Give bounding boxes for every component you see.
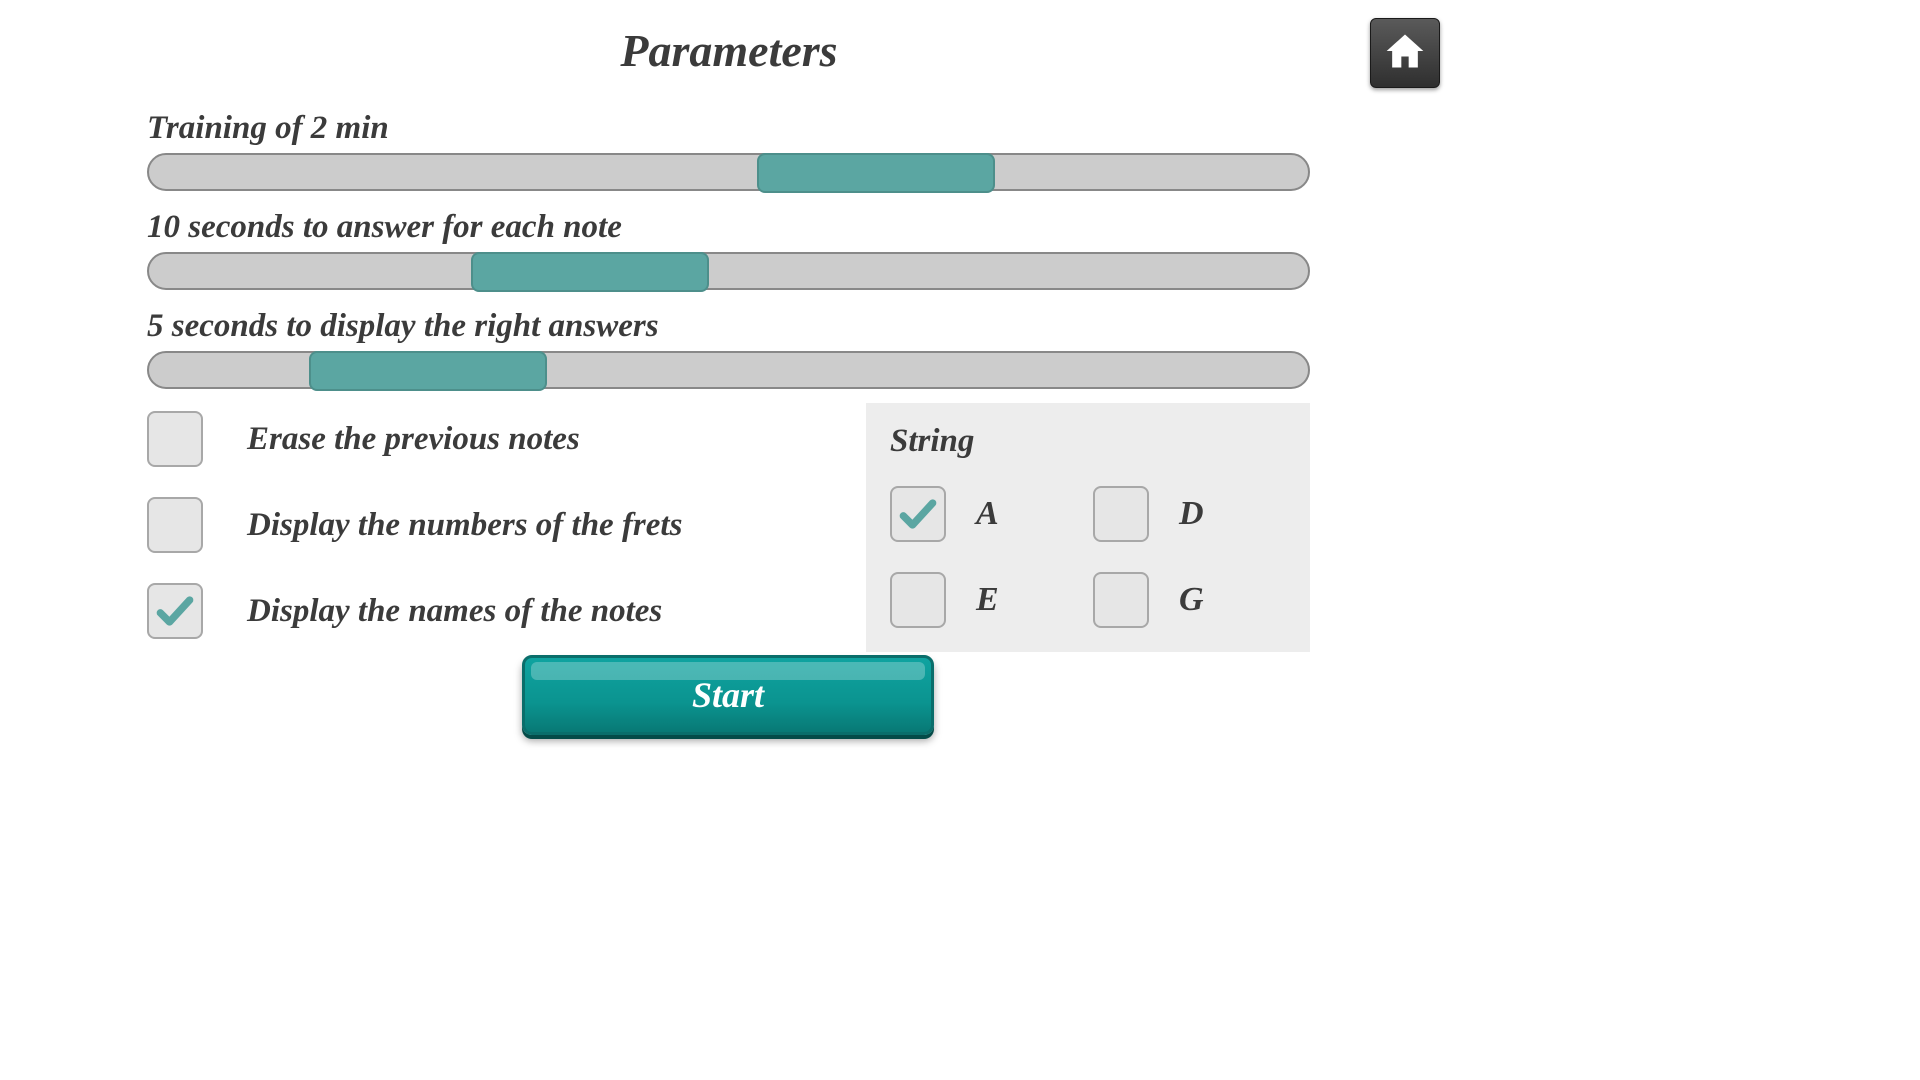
check-icon bbox=[896, 492, 940, 536]
checkbox-erase-notes[interactable] bbox=[147, 411, 203, 467]
option-label: Display the names of the notes bbox=[247, 593, 662, 630]
slider-thumb-display[interactable] bbox=[309, 351, 547, 391]
string-option-d: D bbox=[1093, 486, 1286, 542]
check-icon bbox=[153, 589, 197, 633]
string-panel: String A D bbox=[866, 403, 1310, 652]
option-label: Display the numbers of the frets bbox=[247, 507, 682, 544]
slider-answer-time[interactable] bbox=[147, 252, 1310, 290]
checkbox-string-d[interactable] bbox=[1093, 486, 1149, 542]
string-label: A bbox=[976, 495, 999, 533]
string-option-g: G bbox=[1093, 572, 1286, 628]
string-label: E bbox=[976, 581, 999, 619]
slider-display-time[interactable] bbox=[147, 351, 1310, 389]
string-option-a: A bbox=[890, 486, 1083, 542]
slider-label-display: 5 seconds to display the right answers bbox=[147, 308, 1310, 345]
option-display-names: Display the names of the notes bbox=[147, 583, 842, 639]
start-button[interactable]: Start bbox=[522, 655, 934, 735]
checkbox-display-frets[interactable] bbox=[147, 497, 203, 553]
option-display-frets: Display the numbers of the frets bbox=[147, 497, 842, 553]
string-label: D bbox=[1179, 495, 1204, 533]
string-label: G bbox=[1179, 581, 1204, 619]
checkbox-string-e[interactable] bbox=[890, 572, 946, 628]
parameters-screen: Parameters Training of 2 min 10 seconds … bbox=[0, 0, 1458, 820]
string-option-e: E bbox=[890, 572, 1083, 628]
checkbox-options: Erase the previous notes Display the num… bbox=[147, 403, 842, 652]
slider-label-answer: 10 seconds to answer for each note bbox=[147, 209, 1310, 246]
home-icon bbox=[1383, 29, 1427, 78]
checkbox-display-names[interactable] bbox=[147, 583, 203, 639]
string-grid: A D E bbox=[890, 486, 1286, 628]
page-title: Parameters bbox=[0, 0, 1458, 77]
checkbox-string-g[interactable] bbox=[1093, 572, 1149, 628]
content-area: Training of 2 min 10 seconds to answer f… bbox=[147, 110, 1310, 652]
string-panel-title: String bbox=[890, 423, 1286, 460]
slider-label-training: Training of 2 min bbox=[147, 110, 1310, 147]
slider-training[interactable] bbox=[147, 153, 1310, 191]
option-label: Erase the previous notes bbox=[247, 421, 580, 458]
options-row: Erase the previous notes Display the num… bbox=[147, 403, 1310, 652]
home-button[interactable] bbox=[1370, 18, 1440, 88]
option-erase-notes: Erase the previous notes bbox=[147, 411, 842, 467]
slider-thumb-training[interactable] bbox=[757, 153, 995, 193]
slider-thumb-answer[interactable] bbox=[471, 252, 709, 292]
checkbox-string-a[interactable] bbox=[890, 486, 946, 542]
